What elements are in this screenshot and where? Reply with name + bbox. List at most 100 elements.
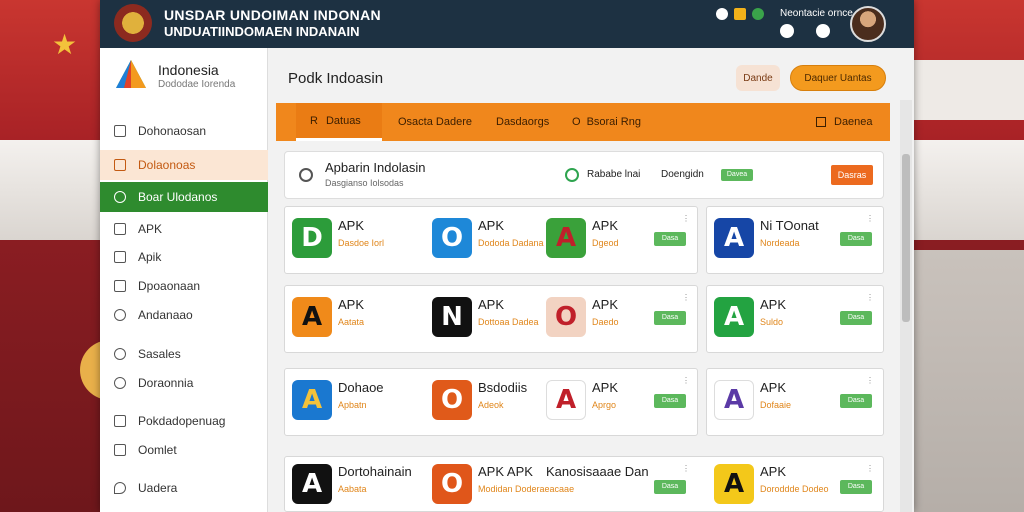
search-icon[interactable]	[299, 168, 313, 182]
app-subtitle: Daedo	[592, 317, 619, 327]
more-icon[interactable]: ⋮	[866, 376, 874, 385]
gear-icon	[114, 348, 126, 360]
user-icon	[114, 309, 126, 321]
app-icon: A	[546, 218, 586, 258]
tab-bsorai[interactable]: O Bsorai Rng	[572, 103, 641, 141]
globe-icon[interactable]	[752, 8, 764, 20]
sidebar-item-10[interactable]: Pokdadopenuag	[100, 406, 268, 436]
box-icon	[114, 223, 126, 235]
folder-icon[interactable]	[734, 8, 746, 20]
search-subtitle: Dasgianso Iolsodas	[325, 178, 404, 188]
message-icon[interactable]	[816, 24, 830, 38]
more-icon[interactable]: ⋮	[682, 214, 690, 223]
sidebar-item-1[interactable]: Dohonaosan	[100, 116, 268, 146]
app-icon: D	[292, 218, 332, 258]
install-button[interactable]: Dasa	[654, 311, 686, 325]
sidebar-item-label: Boar Ulodanos	[138, 190, 218, 204]
list-icon	[114, 125, 126, 137]
app-tile[interactable]: O Bsdodiis Adeok	[432, 372, 542, 422]
brand-subtitle: Dododae Iorenda	[158, 79, 236, 90]
scrollbar-thumb[interactable]	[902, 154, 910, 322]
search-label-2: Doengidn	[661, 169, 704, 180]
app-tile[interactable]: O APK Daedo	[546, 289, 656, 339]
app-subtitle: Apbatn	[338, 400, 367, 410]
header-icon-group	[716, 8, 764, 20]
tab-daenea[interactable]: Daenea	[816, 103, 873, 141]
more-icon[interactable]: ⋮	[682, 376, 690, 385]
header-meta: Neontacie ornce	[780, 8, 853, 19]
app-tile[interactable]: O APK Dododa Dadana	[432, 210, 544, 260]
app-tile[interactable]: A APK Aatata	[292, 289, 422, 339]
chat-icon[interactable]	[780, 24, 794, 38]
globe-icon	[114, 377, 126, 389]
scrollbar[interactable]	[900, 100, 912, 512]
search-button[interactable]: Dasras	[831, 165, 873, 185]
sidebar-item-9[interactable]: Doraonnia	[100, 368, 268, 398]
record-icon[interactable]	[716, 8, 728, 20]
app-tile[interactable]: Kanosisaaae Dan	[546, 456, 656, 506]
app-name: Kanosisaaae Dan	[546, 464, 649, 479]
status-ring-icon	[565, 168, 579, 182]
app-icon: N	[432, 297, 472, 337]
app-tile[interactable]: A Dortohainain Aabata	[292, 456, 422, 506]
background-flag-right-lower	[914, 250, 1024, 512]
app-tile[interactable]: N APK Dottoaa Dadea	[432, 289, 542, 339]
app-subtitle: Dododa Dadana	[478, 238, 544, 248]
sidebar-item-label: Andanaao	[138, 308, 193, 322]
install-button[interactable]: Dasa	[840, 232, 872, 246]
sidebar-item-7[interactable]: Andanaao	[100, 300, 268, 330]
app-icon: A	[714, 464, 754, 504]
app-subtitle: Aabata	[338, 484, 367, 494]
sidebar-item-3[interactable]: Boar Ulodanos	[100, 182, 268, 212]
header-icon-group-2	[780, 24, 830, 38]
sidebar-item-5[interactable]: Apik	[100, 242, 268, 272]
tab-label: Bsorai Rng	[586, 116, 641, 128]
app-icon: A	[714, 380, 754, 420]
app-name: APK	[338, 297, 365, 312]
app-tile[interactable]: D APK Dasdoe Iorl	[292, 210, 422, 260]
more-icon[interactable]: ⋮	[866, 464, 874, 473]
tab-label: Dasdaorgs	[496, 116, 550, 128]
sidebar-item-6[interactable]: Dpoaonaan	[100, 271, 268, 301]
sidebar: Indonesia Dododae Iorenda Dohonaosan Dol…	[100, 48, 268, 512]
sidebar-item-2[interactable]: Dolaonoas	[100, 150, 268, 180]
install-button[interactable]: Dasa	[840, 394, 872, 408]
app-icon: O	[546, 297, 586, 337]
app-subtitle: Dasdoe Iorl	[338, 238, 385, 248]
app-tile[interactable]: A APK Dgeod	[546, 210, 656, 260]
doc-icon	[114, 280, 126, 292]
install-button[interactable]: Dasa	[654, 232, 686, 246]
sidebar-item-12[interactable]: Uadera	[100, 473, 268, 503]
install-button[interactable]: Dasa	[840, 311, 872, 325]
app-subtitle: Adeok	[478, 400, 504, 410]
app-tile[interactable]: O APK APK Modidan Doderaeacaae	[432, 456, 574, 506]
tab-dasdaorgs[interactable]: Dasdaorgs	[496, 103, 549, 141]
install-button[interactable]: Dasa	[654, 480, 686, 494]
more-icon[interactable]: ⋮	[682, 464, 690, 473]
sidebar-item-8[interactable]: Sasales	[100, 339, 268, 369]
install-button[interactable]: Dasa	[840, 480, 872, 494]
sidebar-item-4[interactable]: APK	[100, 214, 268, 244]
sidebar-item-11[interactable]: Oomlet	[100, 435, 268, 465]
app-subtitle: Dottoaa Dadea	[478, 317, 539, 327]
more-icon[interactable]: ⋮	[682, 293, 690, 302]
more-icon[interactable]: ⋮	[866, 293, 874, 302]
tab-label: Daenea	[834, 116, 873, 128]
avatar[interactable]	[850, 6, 886, 42]
primary-action-button[interactable]: Daquer Uantas	[790, 65, 886, 91]
tab-label: Datuas	[325, 114, 361, 127]
more-icon[interactable]: ⋮	[866, 214, 874, 223]
install-button[interactable]: Dasa	[654, 394, 686, 408]
login-button[interactable]: Dande	[736, 65, 780, 91]
leaf-icon	[114, 191, 126, 203]
tab-osacta[interactable]: Osacta Dadere	[398, 103, 472, 141]
flag-icon	[114, 159, 126, 171]
sidebar-item-label: Dolaonoas	[138, 158, 196, 172]
folder-icon	[114, 444, 126, 456]
search-label-1: Rababe lnai	[587, 169, 641, 180]
app-tile[interactable]: A APK Aprgo	[546, 372, 656, 422]
app-tile[interactable]: A Dohaoe Apbatn	[292, 372, 422, 422]
tab-datuas[interactable]: R Datuas	[296, 103, 382, 141]
app-name: APK	[760, 464, 787, 479]
background-flag-right	[914, 60, 1024, 120]
